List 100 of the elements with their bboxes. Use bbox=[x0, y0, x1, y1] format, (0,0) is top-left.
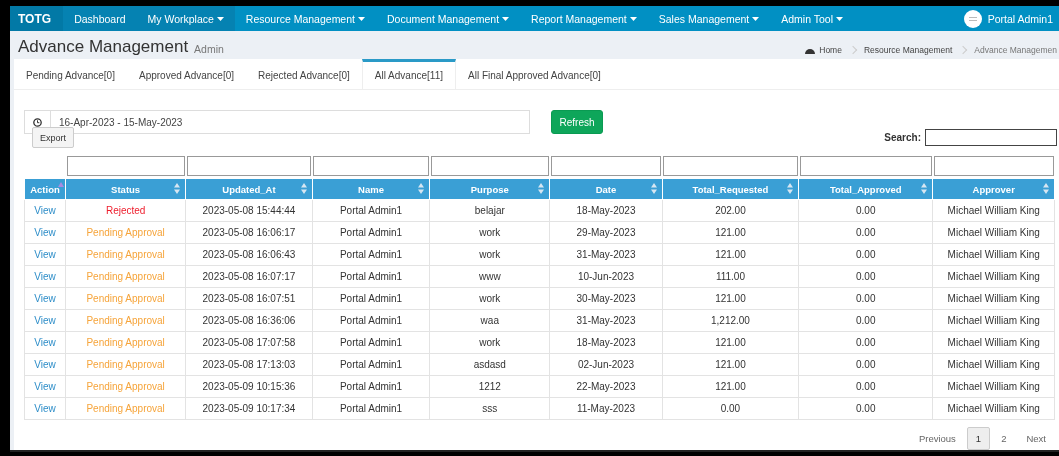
brand-logo[interactable]: TOTG bbox=[10, 6, 64, 31]
tab[interactable]: Rejected Advance[0] bbox=[246, 59, 362, 89]
tab[interactable]: All Final Approved Advance[0] bbox=[456, 59, 613, 89]
table-cell: Portal Admin1 bbox=[339, 227, 403, 238]
table-cell: Michael William King bbox=[947, 227, 1040, 238]
column-header[interactable]: Name bbox=[312, 178, 430, 200]
table-cell: Michael William King bbox=[947, 315, 1040, 326]
pagination-link[interactable]: Previous bbox=[909, 427, 965, 450]
pagination-link[interactable]: 1 bbox=[966, 427, 991, 450]
table-cell: Portal Admin1 bbox=[339, 293, 403, 304]
nav-menu-item[interactable]: Resource Management bbox=[234, 6, 376, 31]
nav-menu-item[interactable]: Report Management bbox=[520, 6, 648, 31]
column-header[interactable]: Approver bbox=[932, 178, 1055, 200]
table-cell: Portal Admin1 bbox=[339, 271, 403, 282]
table-cell: 2023-05-08 16:06:43 bbox=[202, 249, 296, 260]
table-cell: Michael William King bbox=[947, 205, 1040, 216]
table-cell: 02-Jun-2023 bbox=[577, 359, 635, 370]
table-cell: 1212 bbox=[478, 381, 501, 392]
status-text: Pending Approval bbox=[86, 227, 165, 238]
column-filter-field[interactable] bbox=[933, 156, 1054, 176]
status-text: Pending Approval bbox=[86, 293, 165, 304]
column-filter-field[interactable] bbox=[799, 156, 932, 176]
table-cell: sss bbox=[482, 403, 498, 414]
column-header[interactable]: Date bbox=[549, 178, 663, 200]
table-cell: 121.00 bbox=[715, 227, 746, 238]
tab[interactable]: Approved Advance[0] bbox=[126, 59, 247, 89]
table-cell: 121.00 bbox=[715, 337, 746, 348]
user-menu[interactable]: Portal Admin1 bbox=[963, 6, 1059, 31]
status-text: Pending Approval bbox=[86, 271, 165, 282]
nav-menu-item[interactable]: Dashboard bbox=[63, 6, 137, 31]
status-text: Pending Approval bbox=[86, 315, 165, 326]
table-cell: 10-Jun-2023 bbox=[577, 271, 635, 282]
nav-menu-item[interactable]: My Workplace bbox=[136, 6, 235, 31]
breadcrumb-link[interactable]: Resource Management bbox=[863, 45, 953, 55]
table-cell: 2023-05-08 16:07:17 bbox=[202, 271, 296, 282]
table-cell: Portal Admin1 bbox=[339, 359, 403, 370]
column-header[interactable]: Total_Requested bbox=[662, 178, 799, 200]
table-cell: asdasd bbox=[473, 359, 506, 370]
table-cell: 11-May-2023 bbox=[576, 403, 636, 414]
nav-menu-item[interactable]: Admin Tool bbox=[770, 6, 855, 31]
table-cell: 2023-05-08 15:44:44 bbox=[202, 205, 296, 216]
column-header[interactable]: Action bbox=[24, 178, 66, 200]
column-header[interactable]: Status bbox=[65, 178, 186, 200]
table-cell: Michael William King bbox=[947, 403, 1040, 414]
table-cell: www bbox=[478, 271, 501, 282]
table-cell: 111.00 bbox=[715, 271, 745, 282]
column-filter-field[interactable] bbox=[313, 156, 429, 176]
table-cell: 31-May-2023 bbox=[576, 249, 636, 260]
caret-icon bbox=[358, 16, 365, 21]
table-cell: 121.00 bbox=[715, 293, 746, 304]
column-header[interactable]: Total_Approved bbox=[798, 178, 933, 200]
column-filter-field[interactable] bbox=[663, 156, 798, 176]
table-cell: 18-May-2023 bbox=[576, 337, 636, 348]
table-cell: Michael William King bbox=[947, 359, 1040, 370]
table-cell: 121.00 bbox=[715, 359, 746, 370]
table-cell: 121.00 bbox=[715, 249, 746, 260]
column-header[interactable]: Updated_At bbox=[185, 178, 313, 200]
table-cell: 0.00 bbox=[856, 293, 876, 304]
table-cell: 31-May-2023 bbox=[576, 315, 636, 326]
status-text: Pending Approval bbox=[86, 249, 165, 260]
pagination-link[interactable]: Next bbox=[1017, 427, 1055, 450]
breadcrumb-link[interactable]: Advance Managemen bbox=[974, 45, 1057, 55]
table-cell: 0.00 bbox=[856, 271, 876, 282]
table-cell: Portal Admin1 bbox=[339, 403, 403, 414]
clock-icon bbox=[33, 117, 42, 127]
table-cell: 0.00 bbox=[856, 381, 876, 392]
tab[interactable]: All Advance[11] bbox=[361, 59, 456, 89]
table-cell: 2023-05-08 17:07:58 bbox=[202, 337, 296, 348]
column-filter-field[interactable] bbox=[186, 156, 312, 176]
nav-menu-item[interactable]: Document Management bbox=[376, 6, 521, 31]
search-label: Search: bbox=[884, 132, 921, 143]
table-cell: 1,212.00 bbox=[711, 315, 750, 326]
column-header[interactable]: Purpose bbox=[429, 178, 550, 200]
table-cell: belajar bbox=[474, 205, 505, 216]
status-text: Pending Approval bbox=[86, 359, 165, 370]
refresh-button[interactable]: Refresh bbox=[551, 110, 603, 134]
column-filter-field[interactable] bbox=[430, 156, 549, 176]
table-cell: 0.00 bbox=[856, 315, 876, 326]
status-text: Pending Approval bbox=[86, 381, 165, 392]
table-cell: 0.00 bbox=[856, 403, 876, 414]
table-cell: Michael William King bbox=[947, 381, 1040, 392]
table-cell: waa bbox=[480, 315, 499, 326]
column-filter-field[interactable] bbox=[550, 156, 662, 176]
pagination-link[interactable]: 2 bbox=[992, 427, 1016, 450]
page-subtitle: Admin bbox=[194, 43, 224, 55]
table-cell: 0.00 bbox=[856, 227, 876, 238]
breadcrumb-link[interactable]: Home bbox=[819, 45, 842, 55]
caret-icon bbox=[836, 16, 844, 21]
table-cell: 0.00 bbox=[720, 403, 741, 414]
table-cell: Michael William King bbox=[947, 271, 1040, 282]
nav-menu-item[interactable]: Sales Management bbox=[647, 6, 771, 31]
tab[interactable]: Pending Advance[0] bbox=[14, 59, 127, 89]
table-cell: 2023-05-08 16:36:06 bbox=[202, 315, 296, 326]
status-text: Rejected bbox=[105, 205, 146, 216]
column-filter-field[interactable] bbox=[66, 156, 185, 176]
search-field[interactable] bbox=[925, 129, 1057, 146]
table-cell: work bbox=[479, 249, 501, 260]
export-button[interactable]: Export bbox=[32, 127, 74, 148]
table-cell: 2023-05-08 16:07:51 bbox=[202, 293, 296, 304]
table-cell: Michael William King bbox=[947, 293, 1040, 304]
